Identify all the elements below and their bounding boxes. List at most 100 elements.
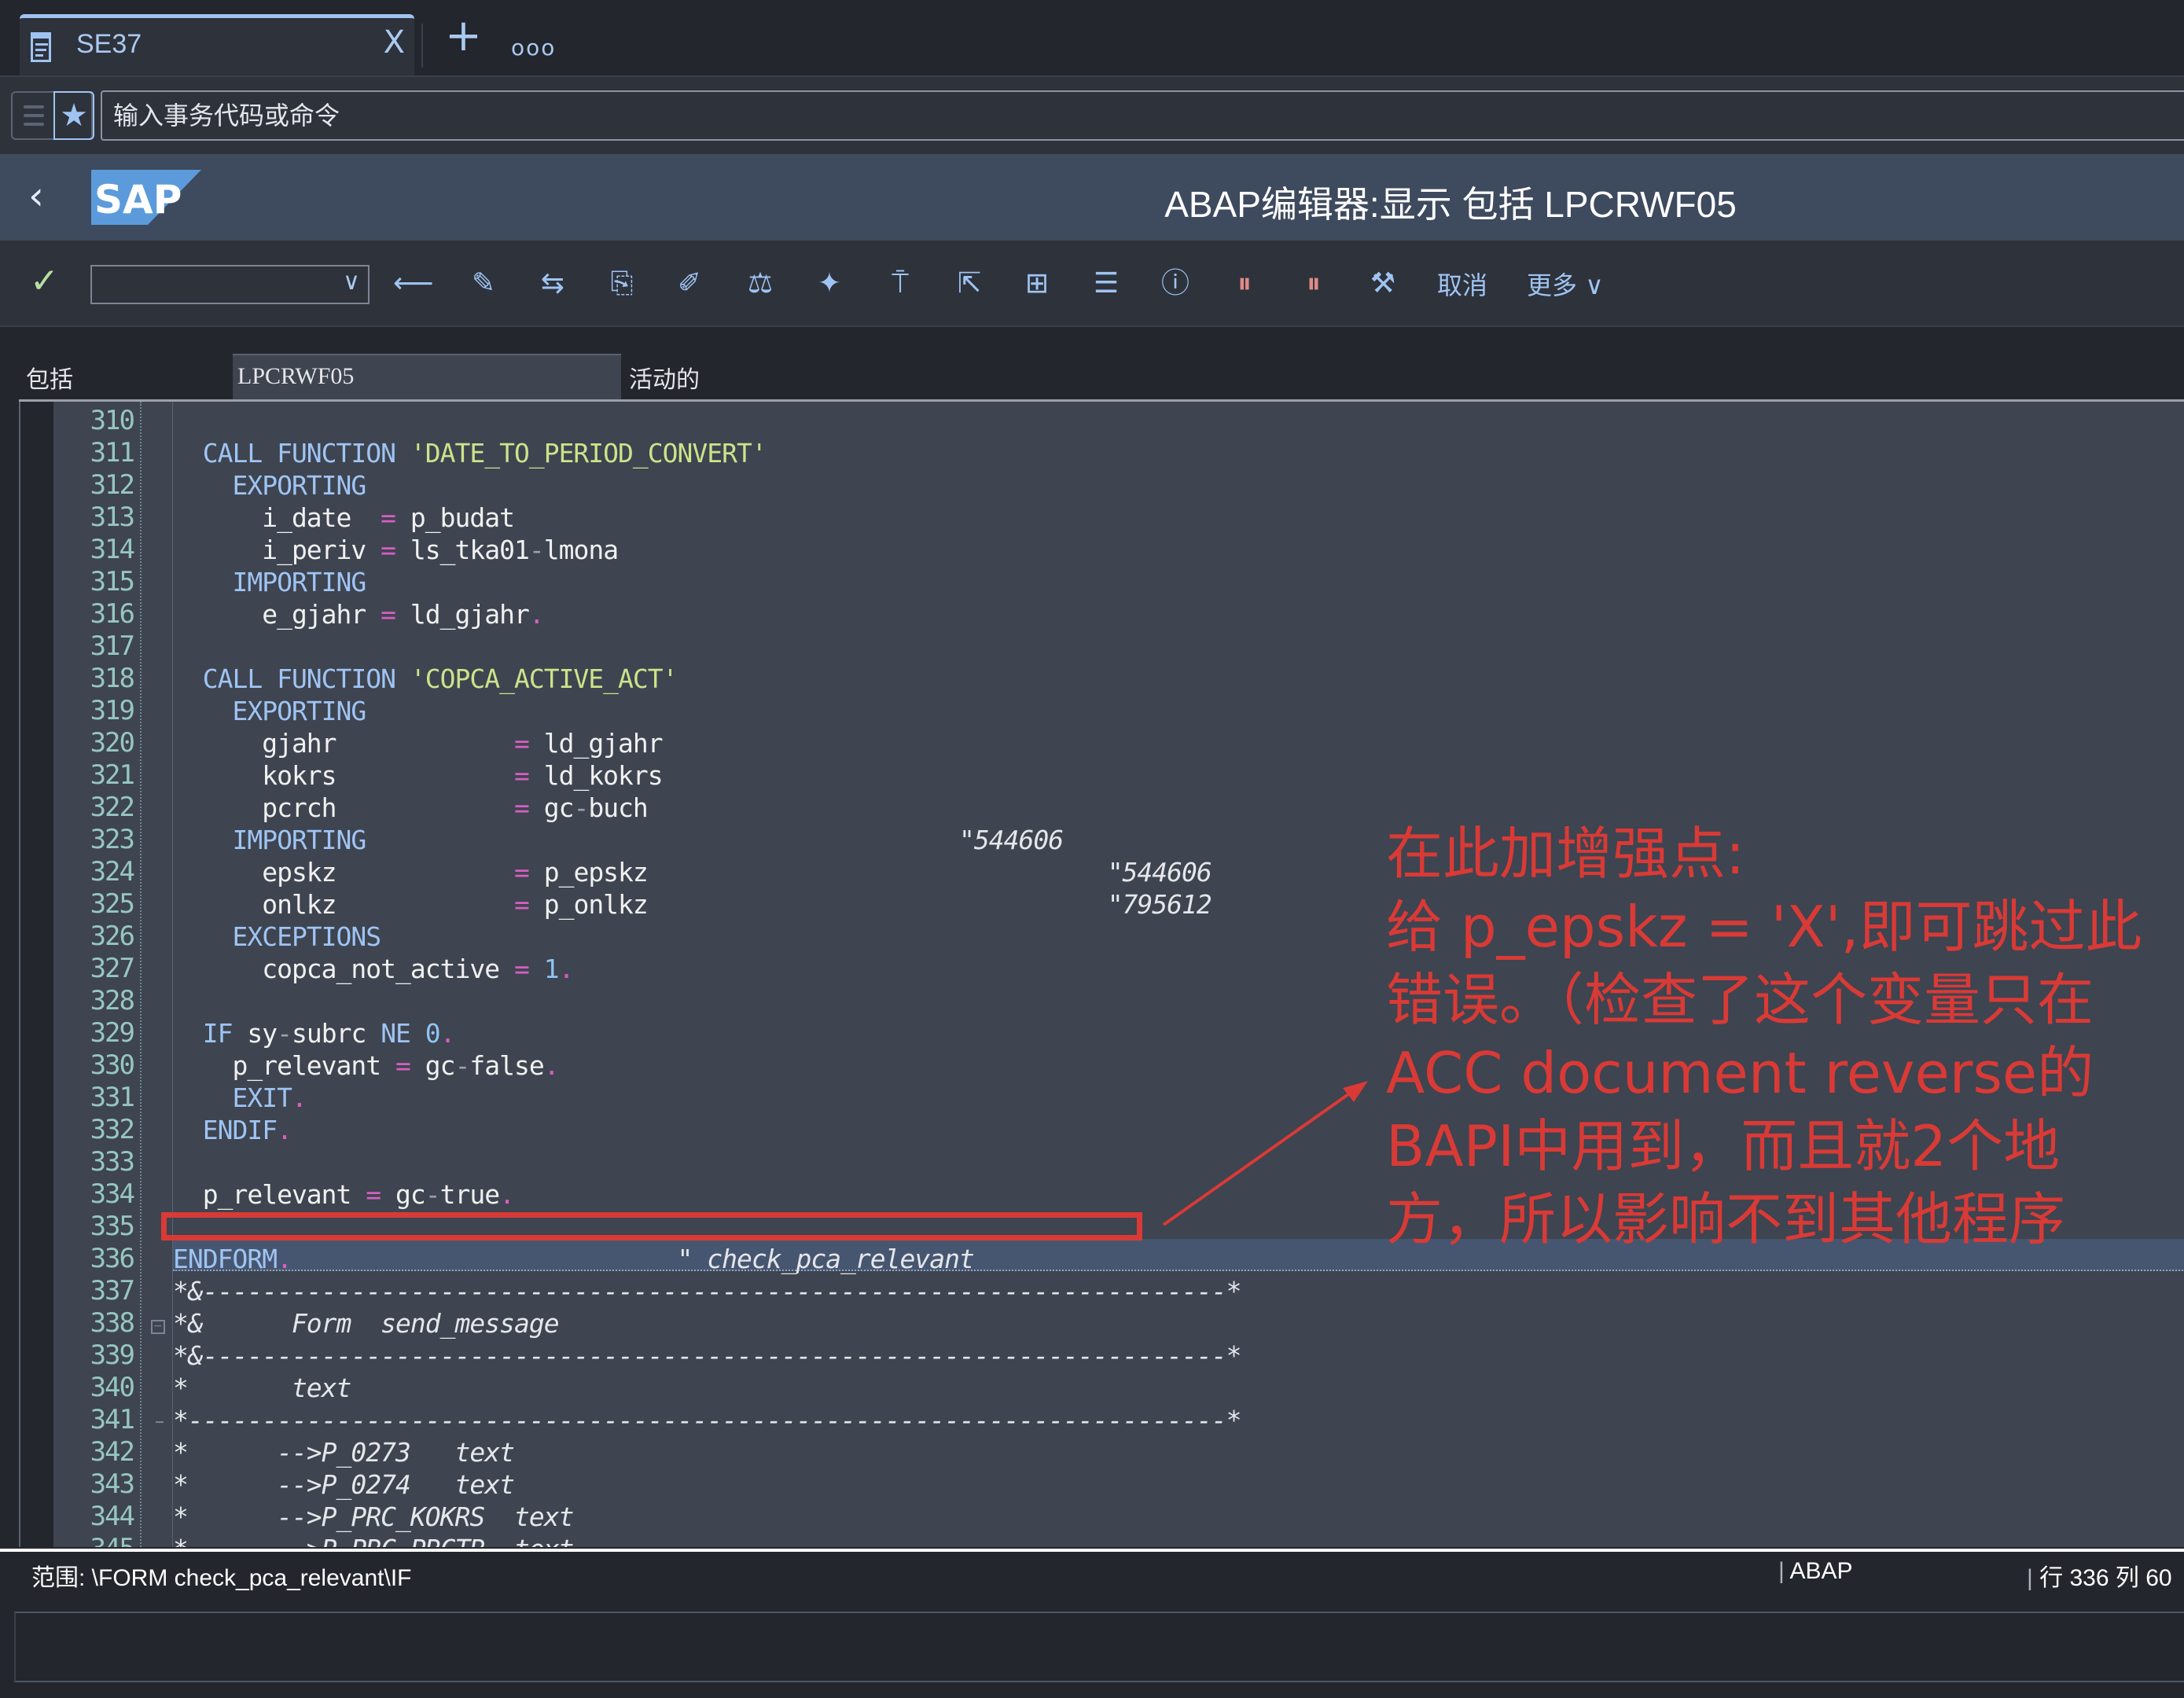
object-list-icon[interactable]: ⊞ [1017, 264, 1057, 303]
code-token: "544606 [959, 825, 1064, 855]
line-number: 320 [90, 727, 135, 759]
code-line[interactable]: e_gjahr = ld_gjahr. [173, 598, 545, 630]
code-token: 0 [425, 1018, 441, 1049]
code-line[interactable]: pcrch = gc-buch [173, 792, 649, 824]
code-token: IMPORTING [173, 567, 366, 597]
code-line[interactable]: ENDIF. [173, 1114, 292, 1146]
code-line[interactable]: * -->P_0273 text [173, 1436, 515, 1468]
code-line[interactable]: EXPORTING [173, 695, 366, 727]
code-token: * -->P_PRC_PRCTR text [173, 1534, 574, 1547]
code-token: * text [173, 1373, 351, 1403]
switch-active-inactive-icon[interactable]: ⇆ [533, 264, 572, 303]
code-token: . [499, 1179, 515, 1210]
more-button[interactable]: 更多 ∨ [1527, 266, 1604, 302]
code-line[interactable]: IF sy-subrc NE 0. [173, 1017, 456, 1049]
line-number: 310 [90, 405, 135, 436]
collapse-icon[interactable]: − [151, 1320, 165, 1334]
code-line[interactable]: * text [173, 1372, 351, 1404]
code-line[interactable]: p_relevant = gc-true. [173, 1178, 515, 1211]
command-input[interactable]: 输入事务代码或命令 [101, 90, 2184, 141]
code-token: - [454, 1050, 471, 1081]
code-line[interactable]: *---------------------------------------… [173, 1404, 1241, 1436]
code-token: * -->P_PRC_KOKRS text [173, 1501, 574, 1532]
more-tabs-button[interactable]: ooo [511, 35, 556, 61]
line-number: 334 [90, 1178, 135, 1210]
code-token: = [513, 857, 530, 888]
code-line[interactable]: CALL FUNCTION 'DATE_TO_PERIOD_CONVERT' [173, 437, 767, 469]
other-object-icon[interactable]: ⎘ [602, 264, 642, 303]
menu-favorites-group: ★ [11, 91, 94, 140]
star-icon[interactable]: ★ [53, 91, 94, 140]
line-number: 331 [90, 1082, 135, 1113]
code-token: i_date [173, 502, 381, 533]
line-number: 314 [90, 534, 135, 565]
info-icon[interactable]: ⓘ [1156, 264, 1195, 303]
shell-header: ‹ SAP ABAP编辑器:显示 包括 LPCRWF05 [0, 154, 2184, 241]
activate-icon[interactable]: ✦ [810, 264, 849, 303]
code-line[interactable]: kokrs = ld_kokrs [173, 759, 663, 792]
test-icon[interactable]: ⍑ [881, 264, 920, 303]
where-used-icon[interactable]: ⇱ [950, 264, 989, 303]
code-line[interactable]: EXIT. [173, 1082, 307, 1114]
code-line[interactable]: IMPORTING "544606 [173, 824, 1064, 856]
code-line[interactable]: gjahr = ld_gjahr [173, 727, 663, 759]
message-bar [14, 1612, 2184, 1682]
code-line[interactable]: ENDFORM. " check_pca_relevant [173, 1243, 975, 1275]
edit-icon[interactable]: ✐ [670, 264, 709, 303]
code-line[interactable]: i_date = p_budat [173, 502, 515, 534]
code-token: gc [381, 1179, 426, 1210]
code-line[interactable]: *&--------------------------------------… [173, 1275, 1241, 1307]
tools-icon[interactable]: ⚒ [1363, 264, 1403, 303]
code-line[interactable]: i_periv = ls_tka01-lmona [173, 534, 619, 566]
tab-title: SE37 [76, 29, 142, 59]
code-token: lmona [543, 535, 619, 565]
code-line[interactable]: *&--------------------------------------… [173, 1340, 1241, 1372]
code-token: * -->P_0273 text [173, 1437, 515, 1468]
include-name-field[interactable]: LPCRWF05 [233, 354, 621, 399]
code-line[interactable]: * -->P_0274 text [173, 1468, 515, 1501]
line-number: 317 [90, 630, 135, 662]
language-indicator: | ABAP [1778, 1558, 1853, 1584]
navigation-window-icon[interactable]: ☰ [1086, 264, 1126, 303]
code-line[interactable]: CALL FUNCTION 'COPCA_ACTIVE_ACT' [173, 663, 678, 695]
tab-se37[interactable]: SE37 X [20, 14, 414, 77]
line-number: 343 [90, 1468, 135, 1500]
line-number: 311 [90, 437, 135, 469]
line-number: 337 [90, 1275, 135, 1307]
close-icon[interactable]: X [384, 24, 405, 61]
new-tab-button[interactable]: + [445, 14, 482, 58]
list-icon[interactable] [13, 93, 53, 138]
code-line[interactable]: *& Form send_message [173, 1307, 560, 1340]
code-line[interactable]: EXPORTING [173, 469, 366, 502]
command-bar: ★ 输入事务代码或命令 [0, 75, 2184, 154]
back-arrow-icon[interactable]: ⟵ [393, 264, 434, 303]
tab-bar: SE37 X + ooo [0, 0, 2184, 77]
command-dropdown[interactable]: ∨ [90, 265, 370, 304]
check-icon[interactable]: ⚖ [741, 264, 780, 303]
code-line[interactable]: EXCEPTIONS [173, 921, 381, 953]
line-number: 318 [90, 663, 135, 694]
code-token: "795612 [1107, 889, 1212, 920]
checkmark-icon[interactable]: ✓ [30, 261, 59, 301]
code-line[interactable]: onlkz = p_onlkz "795612 [173, 888, 1212, 921]
code-token: EXPORTING [173, 470, 366, 501]
code-line[interactable]: * -->P_PRC_PRCTR text [173, 1533, 574, 1547]
code-line[interactable]: IMPORTING [173, 566, 366, 598]
display-change-icon[interactable]: ✎ [464, 264, 503, 303]
code-token: = [513, 760, 530, 791]
cancel-button[interactable]: 取消 [1437, 266, 1487, 302]
cursor-position-label: 行 336 列 60 [2039, 1565, 2172, 1591]
code-token: false [469, 1050, 544, 1081]
code-line[interactable]: p_relevant = gc-false. [173, 1049, 559, 1082]
code-line[interactable]: copca_not_active = 1. [173, 953, 574, 985]
annotation-line: 给 p_epskz = 'X',即可跳过此 [1386, 894, 2142, 960]
code-line[interactable]: * -->P_PRC_KOKRS text [173, 1501, 574, 1533]
code-line[interactable]: epskz = p_epskz "544606 [173, 856, 1212, 888]
set-breakpoint-icon[interactable]: ⏸ [1225, 264, 1264, 303]
set-user-breakpoint-icon[interactable]: ⏸ [1294, 264, 1333, 303]
code-token: . [277, 1115, 292, 1145]
code-token: EXPORTING [173, 696, 366, 726]
code-token: " check_pca_relevant [677, 1244, 975, 1274]
more-label: 更多 [1527, 270, 1578, 300]
